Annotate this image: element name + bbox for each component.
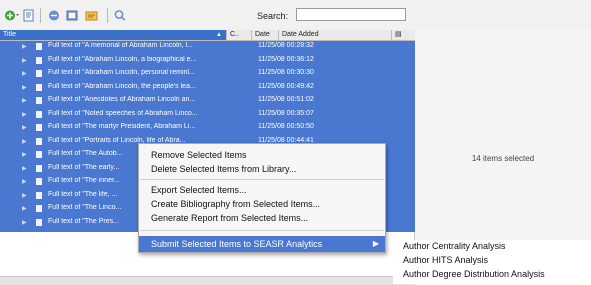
expand-chevron-icon[interactable]: ▶ bbox=[22, 165, 27, 172]
note-icon[interactable] bbox=[84, 9, 100, 22]
document-icon bbox=[36, 56, 42, 64]
document-icon bbox=[36, 43, 42, 50]
row-title: Full text of "The martyr President, Abra… bbox=[48, 123, 196, 130]
expand-chevron-icon[interactable]: ▶ bbox=[22, 138, 27, 145]
document-icon bbox=[36, 110, 42, 118]
document-icon bbox=[36, 191, 42, 199]
menu-item-export[interactable]: Export Selected Items... bbox=[151, 185, 247, 195]
expand-chevron-icon[interactable]: ▶ bbox=[22, 84, 27, 91]
document-icon bbox=[36, 151, 42, 158]
table-row[interactable]: ▶ Full text of "Anecdotes of Abraham Linc… bbox=[0, 95, 415, 106]
add-by-identifier-icon[interactable] bbox=[22, 9, 36, 22]
row-title: Full text of "Noted speeches of Abraham … bbox=[48, 109, 198, 117]
row-date-added: 11/25/08 00:50:50 bbox=[258, 123, 314, 130]
expand-chevron-icon[interactable]: ▶ bbox=[22, 43, 27, 50]
menu-item-report[interactable]: Generate Report from Selected Items... bbox=[151, 213, 308, 223]
sort-ascending-icon: ▲ bbox=[216, 32, 222, 38]
document-icon bbox=[36, 70, 42, 77]
submenu-arrow-icon: ▶ bbox=[372, 239, 379, 248]
row-title: Full text of "Anecdotes of Abraham Linco… bbox=[48, 96, 196, 103]
menu-item-bibliography[interactable]: Create Bibliography from Selected Items.… bbox=[151, 199, 320, 209]
document-icon bbox=[36, 124, 42, 131]
document-icon bbox=[36, 164, 42, 172]
expand-chevron-icon[interactable]: ▶ bbox=[22, 124, 27, 131]
search-input[interactable] bbox=[296, 8, 406, 21]
column-header-creator[interactable]: C.. bbox=[227, 30, 252, 40]
menu-separator bbox=[140, 179, 384, 180]
table-row[interactable]: ▶ Full text of "Noted speeches of Abraham… bbox=[0, 109, 415, 120]
column-header-title-label: Title bbox=[3, 31, 16, 38]
menu-separator bbox=[140, 230, 384, 231]
search-label: Search: bbox=[257, 11, 289, 21]
expand-chevron-icon[interactable]: ▶ bbox=[22, 97, 27, 104]
link-icon[interactable] bbox=[47, 9, 61, 22]
table-row[interactable]: ▶ Full text of "Abraham Lincoln, the peop… bbox=[0, 82, 415, 93]
expand-chevron-icon[interactable]: ▶ bbox=[22, 219, 27, 226]
column-header: Title ▲ C.. Date Date Added ▤ bbox=[0, 30, 415, 41]
document-icon bbox=[36, 178, 42, 185]
expand-chevron-icon[interactable]: ▶ bbox=[22, 151, 27, 158]
column-header-title[interactable]: Title ▲ bbox=[0, 30, 227, 40]
row-date-added: 11/25/08 00:36:12 bbox=[258, 55, 314, 63]
new-item-icon[interactable] bbox=[4, 9, 20, 22]
submenu-item-degree[interactable]: Author Degree Distribution Analysis bbox=[403, 269, 545, 279]
row-date-added: 11/25/08 00:30:30 bbox=[258, 69, 314, 76]
submenu-item-centrality[interactable]: Author Centrality Analysis bbox=[403, 241, 506, 251]
menu-item-delete[interactable]: Delete Selected Items from Library... bbox=[151, 164, 296, 174]
table-row[interactable]: ▶ Full text of "The martyr President, Abr… bbox=[0, 122, 415, 133]
menu-item-submit-label: Submit Selected Items to SEASR Analytics bbox=[151, 239, 323, 249]
column-header-date-added[interactable]: Date Added bbox=[279, 30, 392, 40]
toolbar-separator bbox=[107, 8, 108, 23]
document-icon bbox=[36, 218, 42, 226]
table-row[interactable]: ▶ Full text of "A memorial of Abraham Lin… bbox=[0, 41, 415, 52]
attach-icon[interactable] bbox=[65, 9, 79, 22]
expand-chevron-icon[interactable]: ▶ bbox=[22, 111, 27, 118]
menu-item-remove[interactable]: Remove Selected Items bbox=[151, 150, 247, 160]
selection-status: 14 items selected bbox=[471, 154, 535, 163]
document-icon bbox=[36, 83, 42, 91]
expand-chevron-icon[interactable]: ▶ bbox=[22, 192, 27, 199]
row-title: Full text of "Abraham Lincoln, the peopl… bbox=[48, 82, 196, 90]
table-row[interactable]: ▶ Full text of "Abraham Lincoln, personal… bbox=[0, 68, 415, 79]
context-menu: Remove Selected Items Delete Selected It… bbox=[138, 143, 386, 253]
submenu-item-hits[interactable]: Author HITS Analysis bbox=[403, 255, 488, 265]
row-date-added: 11/25/08 00:49:42 bbox=[258, 82, 314, 90]
document-icon bbox=[36, 137, 42, 145]
row-title: Full text of "Abraham Lincoln, personal … bbox=[48, 69, 195, 76]
toolbar: Search: bbox=[0, 0, 591, 30]
document-icon bbox=[36, 97, 42, 104]
column-header-date[interactable]: Date bbox=[252, 30, 279, 40]
table-row[interactable]: ▶ Full text of "Abraham Lincoln, a biogra… bbox=[0, 55, 415, 66]
expand-chevron-icon[interactable]: ▶ bbox=[22, 178, 27, 185]
row-date-added: 11/25/08 00:35:07 bbox=[258, 109, 314, 117]
document-icon bbox=[36, 205, 42, 212]
row-title: Full text of "Abraham Lincoln, a biograp… bbox=[48, 55, 197, 63]
row-date-added: 11/25/08 00:51:02 bbox=[258, 96, 314, 103]
row-date-added: 11/25/08 00:28:32 bbox=[258, 42, 314, 49]
expand-chevron-icon[interactable]: ▶ bbox=[22, 57, 27, 64]
seasr-submenu: Author Centrality Analysis Author HITS A… bbox=[393, 240, 591, 284]
search-icon[interactable] bbox=[113, 9, 127, 22]
column-picker-icon[interactable]: ▤ bbox=[392, 30, 415, 40]
menu-item-submit-seasr[interactable]: Submit Selected Items to SEASR Analytics… bbox=[139, 236, 385, 252]
expand-chevron-icon[interactable]: ▶ bbox=[22, 205, 27, 212]
expand-chevron-icon[interactable]: ▶ bbox=[22, 70, 27, 77]
row-title: Full text of "A memorial of Abraham Linc… bbox=[48, 42, 193, 49]
toolbar-separator bbox=[40, 8, 41, 23]
